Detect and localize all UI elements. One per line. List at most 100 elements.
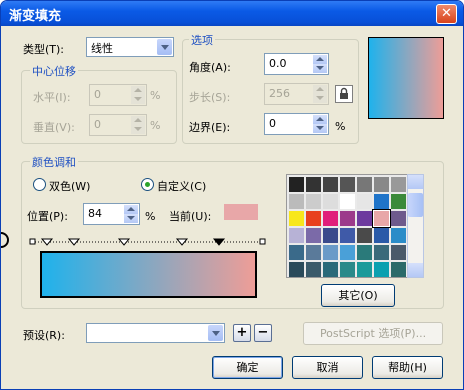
horizontal-value: 0 [94, 88, 101, 101]
scroll-down-icon[interactable] [408, 263, 423, 277]
palette-swatch[interactable] [340, 262, 355, 277]
palette-swatch[interactable] [391, 245, 406, 260]
custom-label[interactable]: 自定义(C) [157, 178, 206, 194]
spin-up-icon [131, 86, 145, 95]
type-combo[interactable]: 线性 [86, 37, 174, 57]
stop-marker[interactable] [117, 238, 131, 246]
spin-down-icon[interactable] [313, 64, 327, 73]
horizontal-unit: % [150, 89, 161, 102]
steps-lock-button[interactable] [335, 85, 353, 103]
spin-up-icon [131, 116, 145, 125]
palette-swatch[interactable] [306, 194, 321, 209]
edge-value: 0 [269, 117, 276, 130]
gradient-preview [368, 37, 444, 119]
gradient-stop-ruler[interactable] [1, 231, 271, 251]
color-blend-title: 颜色调和 [30, 154, 78, 170]
scroll-thumb[interactable] [408, 193, 423, 217]
palette-scrollbar[interactable] [407, 174, 424, 278]
steps-label: 步长(S): [189, 91, 231, 104]
angle-label: 角度(A): [189, 61, 231, 74]
palette-swatch[interactable] [340, 211, 355, 226]
palette-swatch[interactable] [306, 228, 321, 243]
current-color-swatch[interactable] [224, 204, 258, 220]
palette-swatch[interactable] [357, 228, 372, 243]
postscript-options-button: PostScript 选项(P)... [303, 322, 443, 345]
spin-down-icon[interactable] [313, 124, 327, 133]
color-palette[interactable] [286, 174, 408, 278]
cancel-button[interactable]: 取消 [292, 356, 363, 379]
palette-swatch[interactable] [323, 194, 338, 209]
palette-swatch[interactable] [323, 262, 338, 277]
add-preset-button[interactable]: + [233, 324, 251, 342]
ok-button[interactable]: 确定 [212, 356, 283, 379]
palette-swatch[interactable] [391, 211, 406, 226]
palette-swatch[interactable] [289, 177, 304, 192]
custom-radio[interactable] [141, 178, 154, 191]
spin-up-icon[interactable] [313, 55, 327, 64]
center-offset-title: 中心位移 [30, 63, 78, 79]
help-button[interactable]: 帮助(H) [372, 356, 443, 379]
two-color-radio[interactable] [33, 178, 46, 191]
other-color-button[interactable]: 其它(O) [321, 284, 395, 307]
spin-down-icon [313, 94, 327, 103]
title-bar[interactable]: 渐变填充 ✕ [1, 1, 463, 26]
palette-swatch[interactable] [340, 194, 355, 209]
two-color-label[interactable]: 双色(W) [49, 178, 90, 194]
steps-spinner: 256 [264, 83, 329, 105]
spin-up-icon [313, 85, 327, 94]
minus-icon: − [257, 325, 269, 340]
palette-swatch[interactable] [357, 262, 372, 277]
palette-swatch[interactable] [289, 245, 304, 260]
palette-swatch[interactable] [340, 245, 355, 260]
palette-swatch[interactable] [323, 245, 338, 260]
position-spinner[interactable]: 84 [83, 203, 140, 225]
palette-swatch[interactable] [289, 262, 304, 277]
type-label: 类型(T): [23, 43, 65, 56]
close-button[interactable]: ✕ [436, 4, 457, 24]
spin-down-icon[interactable] [124, 214, 138, 223]
palette-swatch[interactable] [340, 177, 355, 192]
edge-label: 边界(E): [189, 121, 231, 134]
palette-swatch[interactable] [340, 228, 355, 243]
palette-swatch[interactable] [289, 228, 304, 243]
chevron-down-icon[interactable] [157, 39, 172, 55]
angle-spinner[interactable]: 0.0 [264, 53, 329, 75]
palette-swatch[interactable] [306, 211, 321, 226]
palette-swatch[interactable] [357, 194, 372, 209]
steps-value: 256 [269, 87, 290, 100]
spin-up-icon[interactable] [124, 205, 138, 214]
angle-value: 0.0 [269, 57, 287, 70]
palette-swatch[interactable] [306, 177, 321, 192]
scroll-up-icon[interactable] [408, 175, 423, 189]
plus-icon: + [236, 325, 248, 340]
palette-swatch[interactable] [357, 177, 372, 192]
palette-swatch[interactable] [323, 211, 338, 226]
chevron-down-icon[interactable] [208, 325, 223, 341]
palette-swatch[interactable] [391, 262, 406, 277]
palette-swatch[interactable] [374, 194, 389, 209]
preset-label: 预设(R): [23, 329, 65, 342]
gradient-fill-dialog: 渐变填充 ✕ 类型(T): 线性 中心位移 水平(I): 0 % 垂直(V): … [0, 0, 464, 390]
gradient-bar[interactable] [40, 251, 257, 298]
palette-swatch[interactable] [357, 245, 372, 260]
palette-swatch[interactable] [323, 228, 338, 243]
palette-swatch[interactable] [391, 194, 406, 209]
edge-spinner[interactable]: 0 [264, 113, 329, 135]
palette-swatch[interactable] [391, 228, 406, 243]
palette-swatch[interactable] [357, 211, 372, 226]
remove-preset-button[interactable]: − [254, 324, 272, 342]
palette-swatch[interactable] [306, 262, 321, 277]
spin-up-icon[interactable] [313, 115, 327, 124]
palette-swatch[interactable] [306, 245, 321, 260]
vertical-value: 0 [94, 118, 101, 131]
palette-swatch[interactable] [374, 262, 389, 277]
palette-swatch[interactable] [373, 210, 390, 227]
palette-swatch[interactable] [289, 194, 304, 209]
preset-combo[interactable] [86, 323, 225, 343]
palette-swatch[interactable] [374, 228, 389, 243]
palette-swatch[interactable] [374, 245, 389, 260]
palette-swatch[interactable] [391, 177, 406, 192]
palette-swatch[interactable] [289, 211, 304, 226]
palette-swatch[interactable] [323, 177, 338, 192]
palette-swatch[interactable] [374, 177, 389, 192]
